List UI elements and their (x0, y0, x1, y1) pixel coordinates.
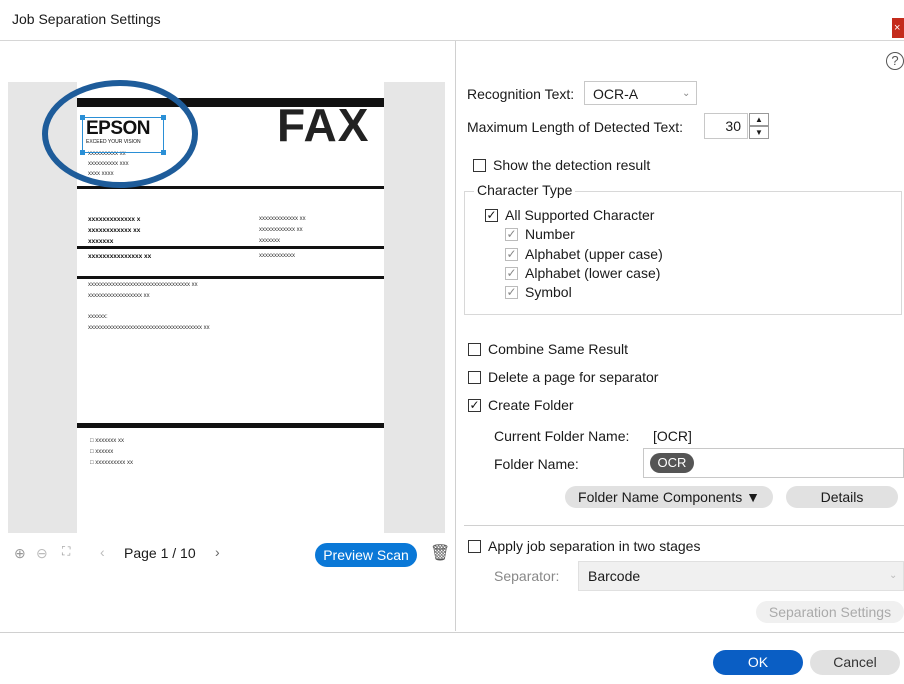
spin-down-icon[interactable]: ▼ (749, 126, 769, 139)
separation-settings-button[interactable]: Separation Settings (756, 601, 904, 623)
folder-name-components-button[interactable]: Folder Name Components ▼ (565, 486, 773, 508)
combine-same-label: Combine Same Result (488, 341, 629, 357)
max-length-label: Maximum Length of Detected Text: (467, 119, 684, 135)
page-rule (77, 276, 384, 279)
next-page-icon[interactable]: › (215, 544, 220, 560)
doc-line: xxxxxxxxxxxxxxxxxx xx (88, 293, 150, 299)
zoom-out-icon[interactable]: ⊖ (36, 545, 48, 562)
resize-handle[interactable] (161, 115, 166, 120)
fit-page-icon[interactable]: ⛶ (62, 544, 70, 559)
page-indicator: Page 1 / 10 (124, 545, 196, 561)
cancel-button[interactable]: Cancel (810, 650, 900, 675)
doc-line: xxxxxxxxxxxx (259, 253, 295, 259)
ok-button[interactable]: OK (713, 650, 803, 675)
doc-line: xxxxxxxxxxxxxxx xx (88, 253, 152, 260)
folder-name-label: Folder Name: (494, 456, 579, 472)
doc-line: xxxxxxxxxxxxxxxxxxxxxxxxxxxxxxxxxxxxxx x… (88, 325, 210, 331)
help-icon[interactable]: ? (886, 52, 904, 70)
doc-line: xxxxxxxxxxxxx x (88, 216, 141, 223)
create-folder-checkbox[interactable]: ✓ (468, 399, 481, 412)
max-length-input[interactable]: 30 (704, 113, 748, 139)
chevron-down-icon: ⌄ (889, 570, 898, 581)
recognition-text-value: OCR-A (593, 86, 639, 102)
upper-case-label: Alphabet (upper case) (525, 246, 663, 262)
symbol-checkbox[interactable]: ✓ (505, 286, 518, 299)
zoom-in-icon[interactable]: ⊕ (14, 545, 26, 562)
character-type-label: Character Type (474, 182, 576, 198)
symbol-label: Symbol (525, 284, 572, 300)
combine-same-checkbox[interactable] (468, 343, 481, 356)
recognition-text-select[interactable]: OCR-A ⌄ (584, 81, 697, 105)
resize-handle[interactable] (80, 115, 85, 120)
window-title: Job Separation Settings (12, 11, 161, 27)
resize-handle[interactable] (161, 150, 166, 155)
show-detection-label: Show the detection result (493, 157, 651, 173)
trash-icon[interactable]: 🗑 (430, 543, 450, 563)
all-supported-checkbox[interactable]: ✓ (485, 209, 498, 222)
number-label: Number (525, 226, 575, 242)
doc-line: xxxxxxx (259, 238, 280, 244)
two-stages-checkbox[interactable] (468, 540, 481, 553)
logo-tagline: EXCEED YOUR VISION (86, 139, 141, 145)
delete-page-label: Delete a page for separator (488, 369, 659, 385)
chevron-down-icon: ⌄ (682, 88, 691, 99)
fax-heading: FAX (277, 99, 370, 151)
doc-line: xxxxxxxxxxxxx xx (259, 216, 306, 222)
create-folder-label: Create Folder (488, 397, 574, 413)
doc-line: □ xxxxxx (90, 449, 114, 455)
separator-select[interactable]: Barcode ⌄ (578, 561, 904, 591)
doc-line: xxxxxxx (88, 238, 114, 245)
doc-line: □ xxxxxxxxxx xx (90, 460, 133, 466)
spin-up-icon[interactable]: ▲ (749, 113, 769, 126)
max-length-value: 30 (725, 118, 741, 134)
delete-page-checkbox[interactable] (468, 371, 481, 384)
separator-label: Separator: (494, 568, 560, 584)
show-detection-checkbox[interactable] (473, 159, 486, 172)
preview-scan-button[interactable]: Preview Scan (315, 543, 417, 567)
doc-line: □ xxxxxxx xx (90, 438, 124, 444)
page-rule (77, 423, 384, 428)
epson-logo: EPSON (86, 118, 151, 139)
number-checkbox[interactable]: ✓ (505, 228, 518, 241)
close-button[interactable]: × (892, 18, 904, 38)
recognition-text-label: Recognition Text: (467, 86, 575, 102)
details-button[interactable]: Details (786, 486, 898, 508)
separator-value: Barcode (588, 568, 641, 584)
doc-line: xxxxxxxxxxxx xx (259, 227, 303, 233)
lower-case-label: Alphabet (lower case) (525, 265, 661, 281)
doc-line: xxxxxxxxxxxxxxxxxxxxxxxxxxxxxxxxxx xx (88, 282, 198, 288)
resize-handle[interactable] (80, 150, 85, 155)
all-supported-label: All Supported Character (505, 207, 655, 223)
current-folder-value: [OCR] (653, 428, 692, 444)
section-divider (464, 525, 904, 526)
folder-name-token[interactable]: OCR (650, 453, 694, 473)
prev-page-icon[interactable]: ‹ (100, 544, 105, 560)
doc-line: xxxxxx: (88, 314, 108, 320)
lower-case-checkbox[interactable]: ✓ (505, 267, 518, 280)
panel-divider (455, 41, 456, 631)
upper-case-checkbox[interactable]: ✓ (505, 248, 518, 261)
footer-divider (0, 632, 904, 633)
doc-line: xxxxxxxxxxxx xx (88, 227, 141, 234)
page-rule (77, 246, 384, 249)
two-stages-label: Apply job separation in two stages (488, 538, 701, 554)
current-folder-label: Current Folder Name: (494, 428, 630, 444)
